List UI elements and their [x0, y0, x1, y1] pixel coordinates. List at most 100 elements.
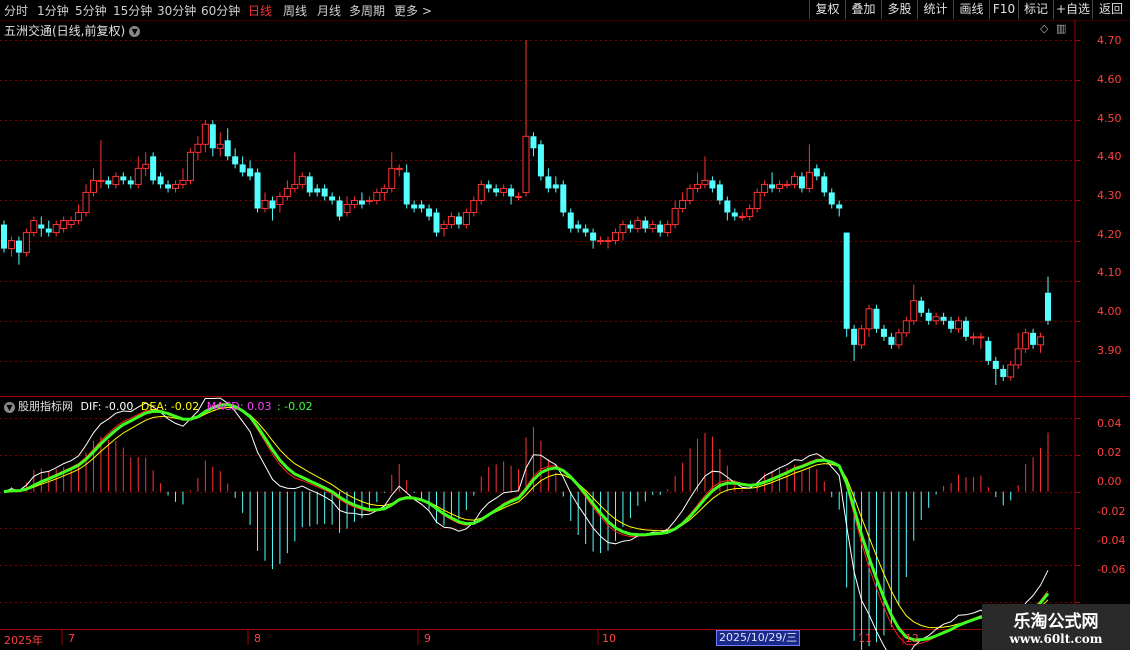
candle-body-up: [194, 143, 202, 153]
macd-tick: -0.04: [1097, 534, 1126, 547]
candle-body-down: [918, 300, 925, 313]
candle-body-down: [224, 140, 231, 157]
candle-body-down: [493, 188, 500, 193]
candle-body-down: [45, 228, 52, 233]
candle-body-down: [1030, 332, 1037, 345]
candle-body-down: [455, 216, 462, 225]
candle-body-down: [411, 204, 418, 209]
candle-body-down: [642, 220, 649, 229]
candle-body-down: [724, 200, 731, 213]
candle-body-down: [948, 320, 955, 329]
candle-body-up: [1037, 336, 1045, 346]
indicator-menu-icon[interactable]: ▼: [4, 401, 15, 413]
candle-body-down: [843, 232, 850, 329]
candle-body-down: [716, 184, 723, 201]
candle-body-down: [575, 224, 582, 229]
macd-tick: 0.00: [1097, 475, 1122, 488]
candle-body-down: [239, 164, 246, 173]
candle-body-up: [172, 183, 180, 189]
candle-body-down: [120, 176, 127, 181]
candle-body-up: [776, 183, 784, 189]
candle-body-down: [851, 328, 858, 345]
candle-body-down: [992, 360, 999, 369]
x-tick-month: 10: [602, 632, 616, 645]
candle-body-up: [597, 240, 605, 243]
candle-body-down: [925, 312, 932, 321]
candle-body-down: [403, 172, 410, 205]
candle-body-down: [873, 308, 880, 329]
candle-body-up: [291, 183, 299, 189]
candle-body-up: [746, 207, 754, 218]
candle-body-down: [247, 168, 254, 177]
candle-body-down: [157, 176, 164, 185]
indicator-name: 股朋指标网: [18, 400, 73, 413]
candle-body-up: [955, 320, 963, 330]
candle-body-up: [75, 212, 83, 222]
candle-body-down: [962, 320, 969, 337]
candle-body-up: [134, 167, 142, 185]
candle-body-down: [105, 180, 112, 185]
candle-body-up: [276, 195, 284, 205]
x-tick-month: 9: [424, 632, 431, 645]
candle-body-down: [232, 156, 239, 165]
candle-body-down: [426, 208, 433, 217]
candle-body-up: [649, 224, 657, 230]
candle-body-down: [985, 340, 992, 361]
candle-body-up: [89, 179, 97, 193]
candle-body-up: [142, 163, 150, 169]
candle-body-up: [671, 207, 679, 226]
candle-body-down: [836, 204, 843, 209]
candle-body-up: [365, 199, 373, 202]
candle-body-down: [336, 200, 343, 217]
candle-body-up: [977, 336, 985, 339]
candle-body-up: [634, 220, 642, 230]
candle-body-up: [380, 187, 388, 193]
stock-title-text: 五洲交通(日线,前复权): [4, 24, 126, 38]
candle-body-up: [261, 199, 269, 209]
candle-body-down: [769, 184, 776, 189]
panel-toggle-icon[interactable]: ▥: [1056, 22, 1066, 35]
candle-body-up: [395, 167, 403, 170]
candle-body-down: [813, 168, 820, 177]
price-tick: 3.90: [1097, 344, 1122, 357]
x-tick-year: 2025年: [4, 634, 43, 647]
candle-body-down: [150, 156, 157, 181]
diamond-icon[interactable]: ◇: [1040, 22, 1048, 35]
candle-body-down: [582, 228, 589, 233]
candle-body-up: [783, 183, 791, 186]
candle-body-up: [969, 336, 977, 339]
candle-body-up: [60, 220, 68, 230]
candle-body-up: [477, 183, 485, 201]
candle-body-down: [709, 180, 716, 189]
price-tick: 4.30: [1097, 189, 1122, 202]
candle-body-up: [790, 175, 798, 185]
candle-body-down: [485, 184, 492, 189]
candle-body-down: [657, 224, 664, 233]
candle-body-up: [373, 191, 381, 201]
candle-body-up: [1007, 364, 1015, 378]
candle-body-up: [52, 224, 60, 234]
candle-body-up: [619, 224, 627, 234]
macd-tick: 0.02: [1097, 446, 1122, 459]
candle-body-up: [902, 320, 910, 334]
candle-body-down: [508, 188, 515, 197]
x-tick-month: 12: [905, 632, 919, 645]
kline-chart[interactable]: [0, 0, 1130, 650]
candle-body-up: [22, 232, 30, 254]
candle-body-up: [30, 220, 38, 234]
candle-body-down: [1000, 368, 1007, 377]
candle-body-down: [537, 144, 544, 177]
candle-body-down: [433, 212, 440, 233]
price-tick: 4.00: [1097, 305, 1122, 318]
candle-body-down: [530, 136, 537, 149]
candle-body-up: [179, 179, 187, 185]
price-tick: 4.70: [1097, 34, 1122, 47]
candle-body-down: [358, 200, 365, 205]
watermark-title: 乐淘公式网: [1013, 612, 1099, 632]
candle-body-up: [679, 199, 687, 209]
candle-body-up: [753, 191, 761, 209]
candle-body-down: [418, 204, 425, 209]
watermark: 乐淘公式网 www.60lt.com: [982, 604, 1130, 650]
chevron-down-icon[interactable]: ▼: [129, 26, 141, 37]
candle-body-up: [858, 328, 866, 346]
